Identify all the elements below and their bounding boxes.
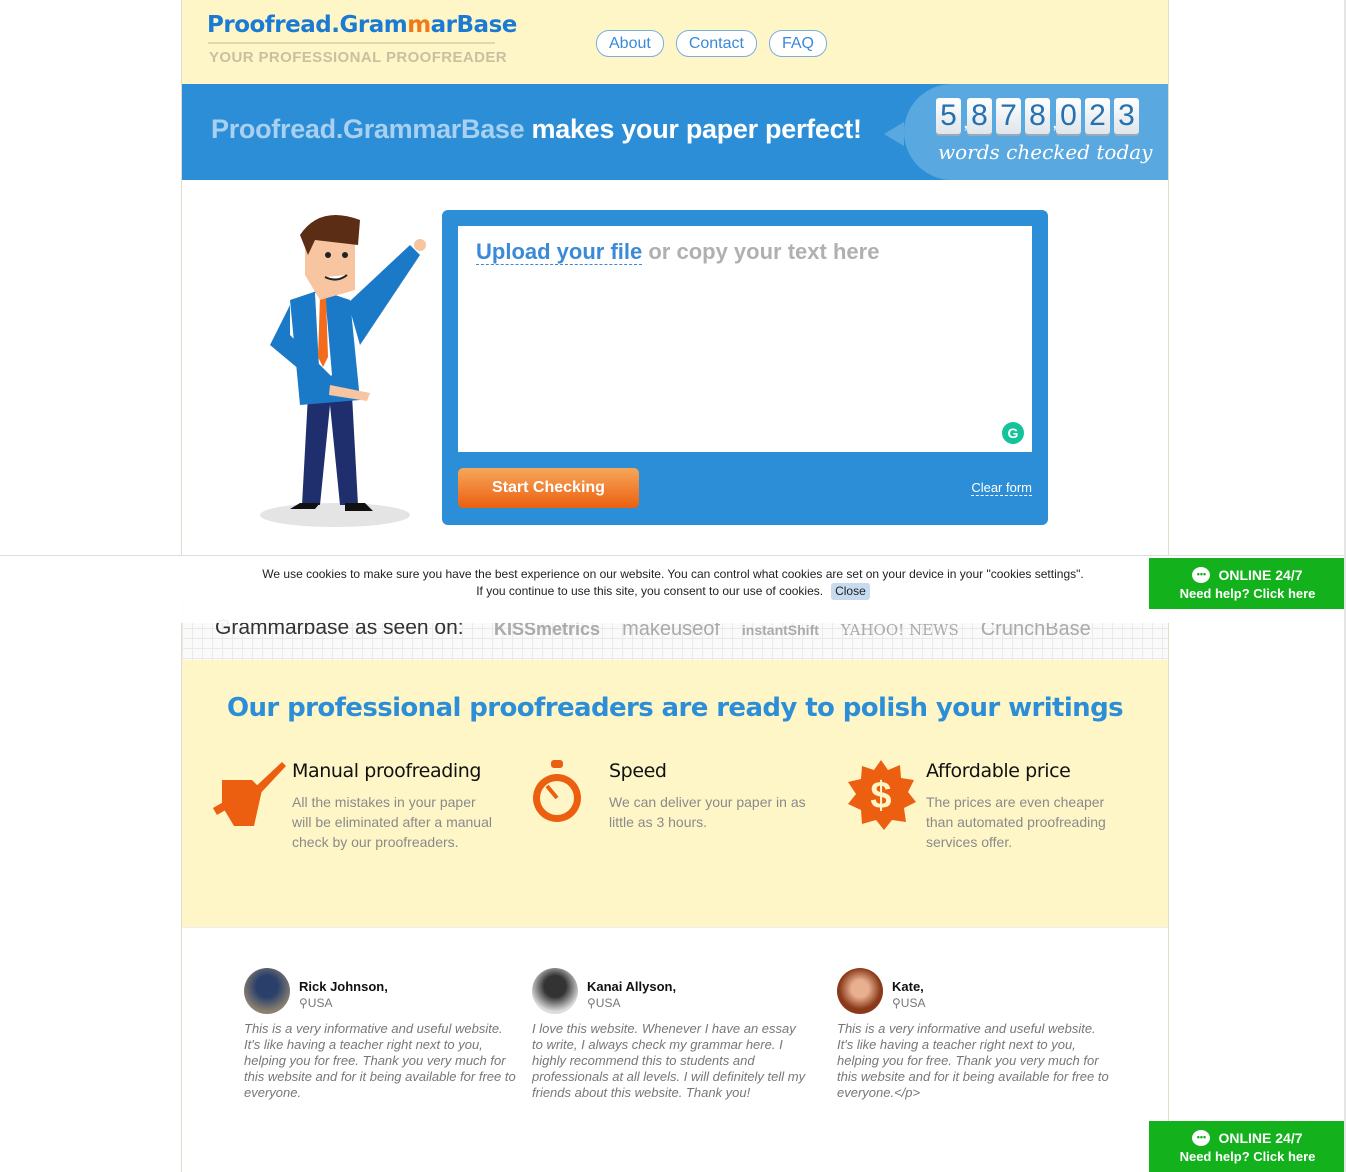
avatar — [837, 968, 883, 1014]
testimonials-section: Rick Johnson, ⚲USA This is a very inform… — [182, 927, 1168, 1172]
logo[interactable]: Proofread.GrammarBase — [207, 12, 517, 38]
testimonial-name: Kanai Allyson, — [587, 979, 677, 994]
testimonial-quote: I love this website. Whenever I have an … — [532, 1021, 806, 1100]
location-pin-icon: ⚲ — [892, 996, 901, 1010]
nav-about[interactable]: About — [596, 30, 664, 57]
features-title: Our professional proofreaders are ready … — [227, 693, 1124, 723]
mascot-illustration — [260, 215, 426, 527]
chat-bubble-icon: ••• — [1192, 1130, 1211, 1146]
counter-caption: words checked today — [938, 140, 1153, 164]
testimonial-location: ⚲USA — [299, 996, 332, 1010]
logo-text-m: m — [407, 12, 431, 38]
press-logo: YAHOO! NEWS — [840, 620, 959, 639]
placeholder-text: or copy your text here — [642, 239, 880, 264]
feature-title: Manual proofreading — [292, 760, 482, 782]
location-pin-icon: ⚲ — [299, 996, 308, 1010]
grammarly-icon[interactable]: G — [1002, 422, 1024, 444]
chat-bubble-icon: ••• — [1192, 567, 1211, 583]
location-text: USA — [307, 996, 333, 1010]
avatar — [244, 968, 290, 1014]
cookie-banner: We use cookies to make sure you have the… — [0, 555, 1346, 623]
hero-headline: Proofread.GrammarBase makes your paper p… — [211, 114, 862, 145]
testimonial-quote: This is a very informative and useful we… — [837, 1021, 1109, 1100]
counter-digit: 7 — [996, 98, 1021, 134]
features-section: Our professional proofreaders are ready … — [182, 660, 1168, 927]
chat-widget[interactable]: ••• ONLINE 24/7 Need help? Click here — [1149, 558, 1346, 609]
text-input-area[interactable]: Upload your file or copy your text here … — [458, 226, 1032, 452]
upload-file-link[interactable]: Upload your file — [476, 239, 643, 265]
tagline: YOUR PROFESSIONAL PROOFREADER — [209, 49, 508, 66]
svg-text:$: $ — [870, 775, 891, 817]
feature-title: Speed — [609, 760, 667, 782]
chat-help-text: Need help? Click here — [1179, 586, 1316, 601]
chat-widget[interactable]: ••• ONLINE 24/7 Need help? Click here — [1149, 1121, 1346, 1172]
counter-digit: 5 — [936, 98, 961, 134]
hero-text: makes your paper perfect! — [524, 114, 862, 144]
chat-status: ••• ONLINE 24/7 — [1149, 1130, 1346, 1146]
counter-bubble: 5,878,023 words checked today — [884, 84, 1168, 180]
nav-faq[interactable]: FAQ — [768, 30, 827, 57]
feature-text: We can deliver your paper in as little a… — [609, 794, 806, 830]
word-counter: 5,878,023 — [936, 98, 1143, 134]
chat-help-text: Need help? Click here — [1179, 1149, 1316, 1164]
logo-text: arBase — [430, 12, 518, 38]
testimonial-name: Rick Johnson, — [299, 979, 388, 994]
site-header: Proofread.GrammarBase YOUR PROFESSIONAL … — [182, 0, 1168, 84]
chat-status-text: ONLINE 24/7 — [1218, 567, 1303, 583]
cookie-consent-text: If you continue to use this site, you co… — [476, 584, 824, 598]
testimonial-name: Kate, — [892, 979, 924, 994]
location-pin-icon: ⚲ — [587, 996, 596, 1010]
chat-status-text: ONLINE 24/7 — [1218, 1130, 1303, 1146]
avatar — [532, 968, 578, 1014]
start-checking-button[interactable]: Start Checking — [458, 468, 639, 508]
clear-form-link[interactable]: Clear form — [971, 480, 1032, 496]
main-nav: About Contact FAQ — [596, 30, 827, 57]
cookie-text-line2: If you continue to use this site, you co… — [0, 583, 1346, 600]
testimonial-quote: This is a very informative and useful we… — [244, 1021, 516, 1100]
counter-digit: 0 — [1056, 98, 1081, 134]
counter-digit: 8 — [967, 98, 992, 134]
press-logo: instantShift — [741, 621, 819, 638]
testimonial-location: ⚲USA — [587, 996, 620, 1010]
cookie-text: We use cookies to make sure you have the… — [262, 567, 1084, 581]
location-text: USA — [900, 996, 926, 1010]
nav-contact[interactable]: Contact — [675, 30, 757, 57]
feature-title: Affordable price — [926, 760, 1071, 782]
feature-text: The prices are even cheaper than automat… — [926, 794, 1106, 850]
dollar-badge-icon: $ — [848, 760, 916, 830]
hero-brand: Proofread.GrammarBase — [211, 114, 525, 144]
location-text: USA — [595, 996, 621, 1010]
hero-banner: Proofread.GrammarBase makes your paper p… — [182, 84, 1168, 180]
fist-pen-icon — [212, 762, 286, 826]
counter-digit: 3 — [1114, 98, 1139, 134]
stopwatch-icon — [533, 760, 581, 822]
chat-status: ••• ONLINE 24/7 — [1149, 567, 1346, 583]
counter-digit: 8 — [1025, 98, 1050, 134]
feature-text: All the mistakes in your paper will be e… — [292, 794, 492, 850]
logo-divider — [208, 42, 495, 44]
logo-text: Proofread.Gram — [207, 12, 408, 38]
testimonial-location: ⚲USA — [892, 996, 925, 1010]
upload-prompt: Upload your file or copy your text here — [476, 239, 879, 265]
counter-digit: 2 — [1085, 98, 1110, 134]
cookie-close-button[interactable]: Close — [831, 583, 870, 600]
editor-panel: Upload your file or copy your text here … — [442, 210, 1048, 525]
